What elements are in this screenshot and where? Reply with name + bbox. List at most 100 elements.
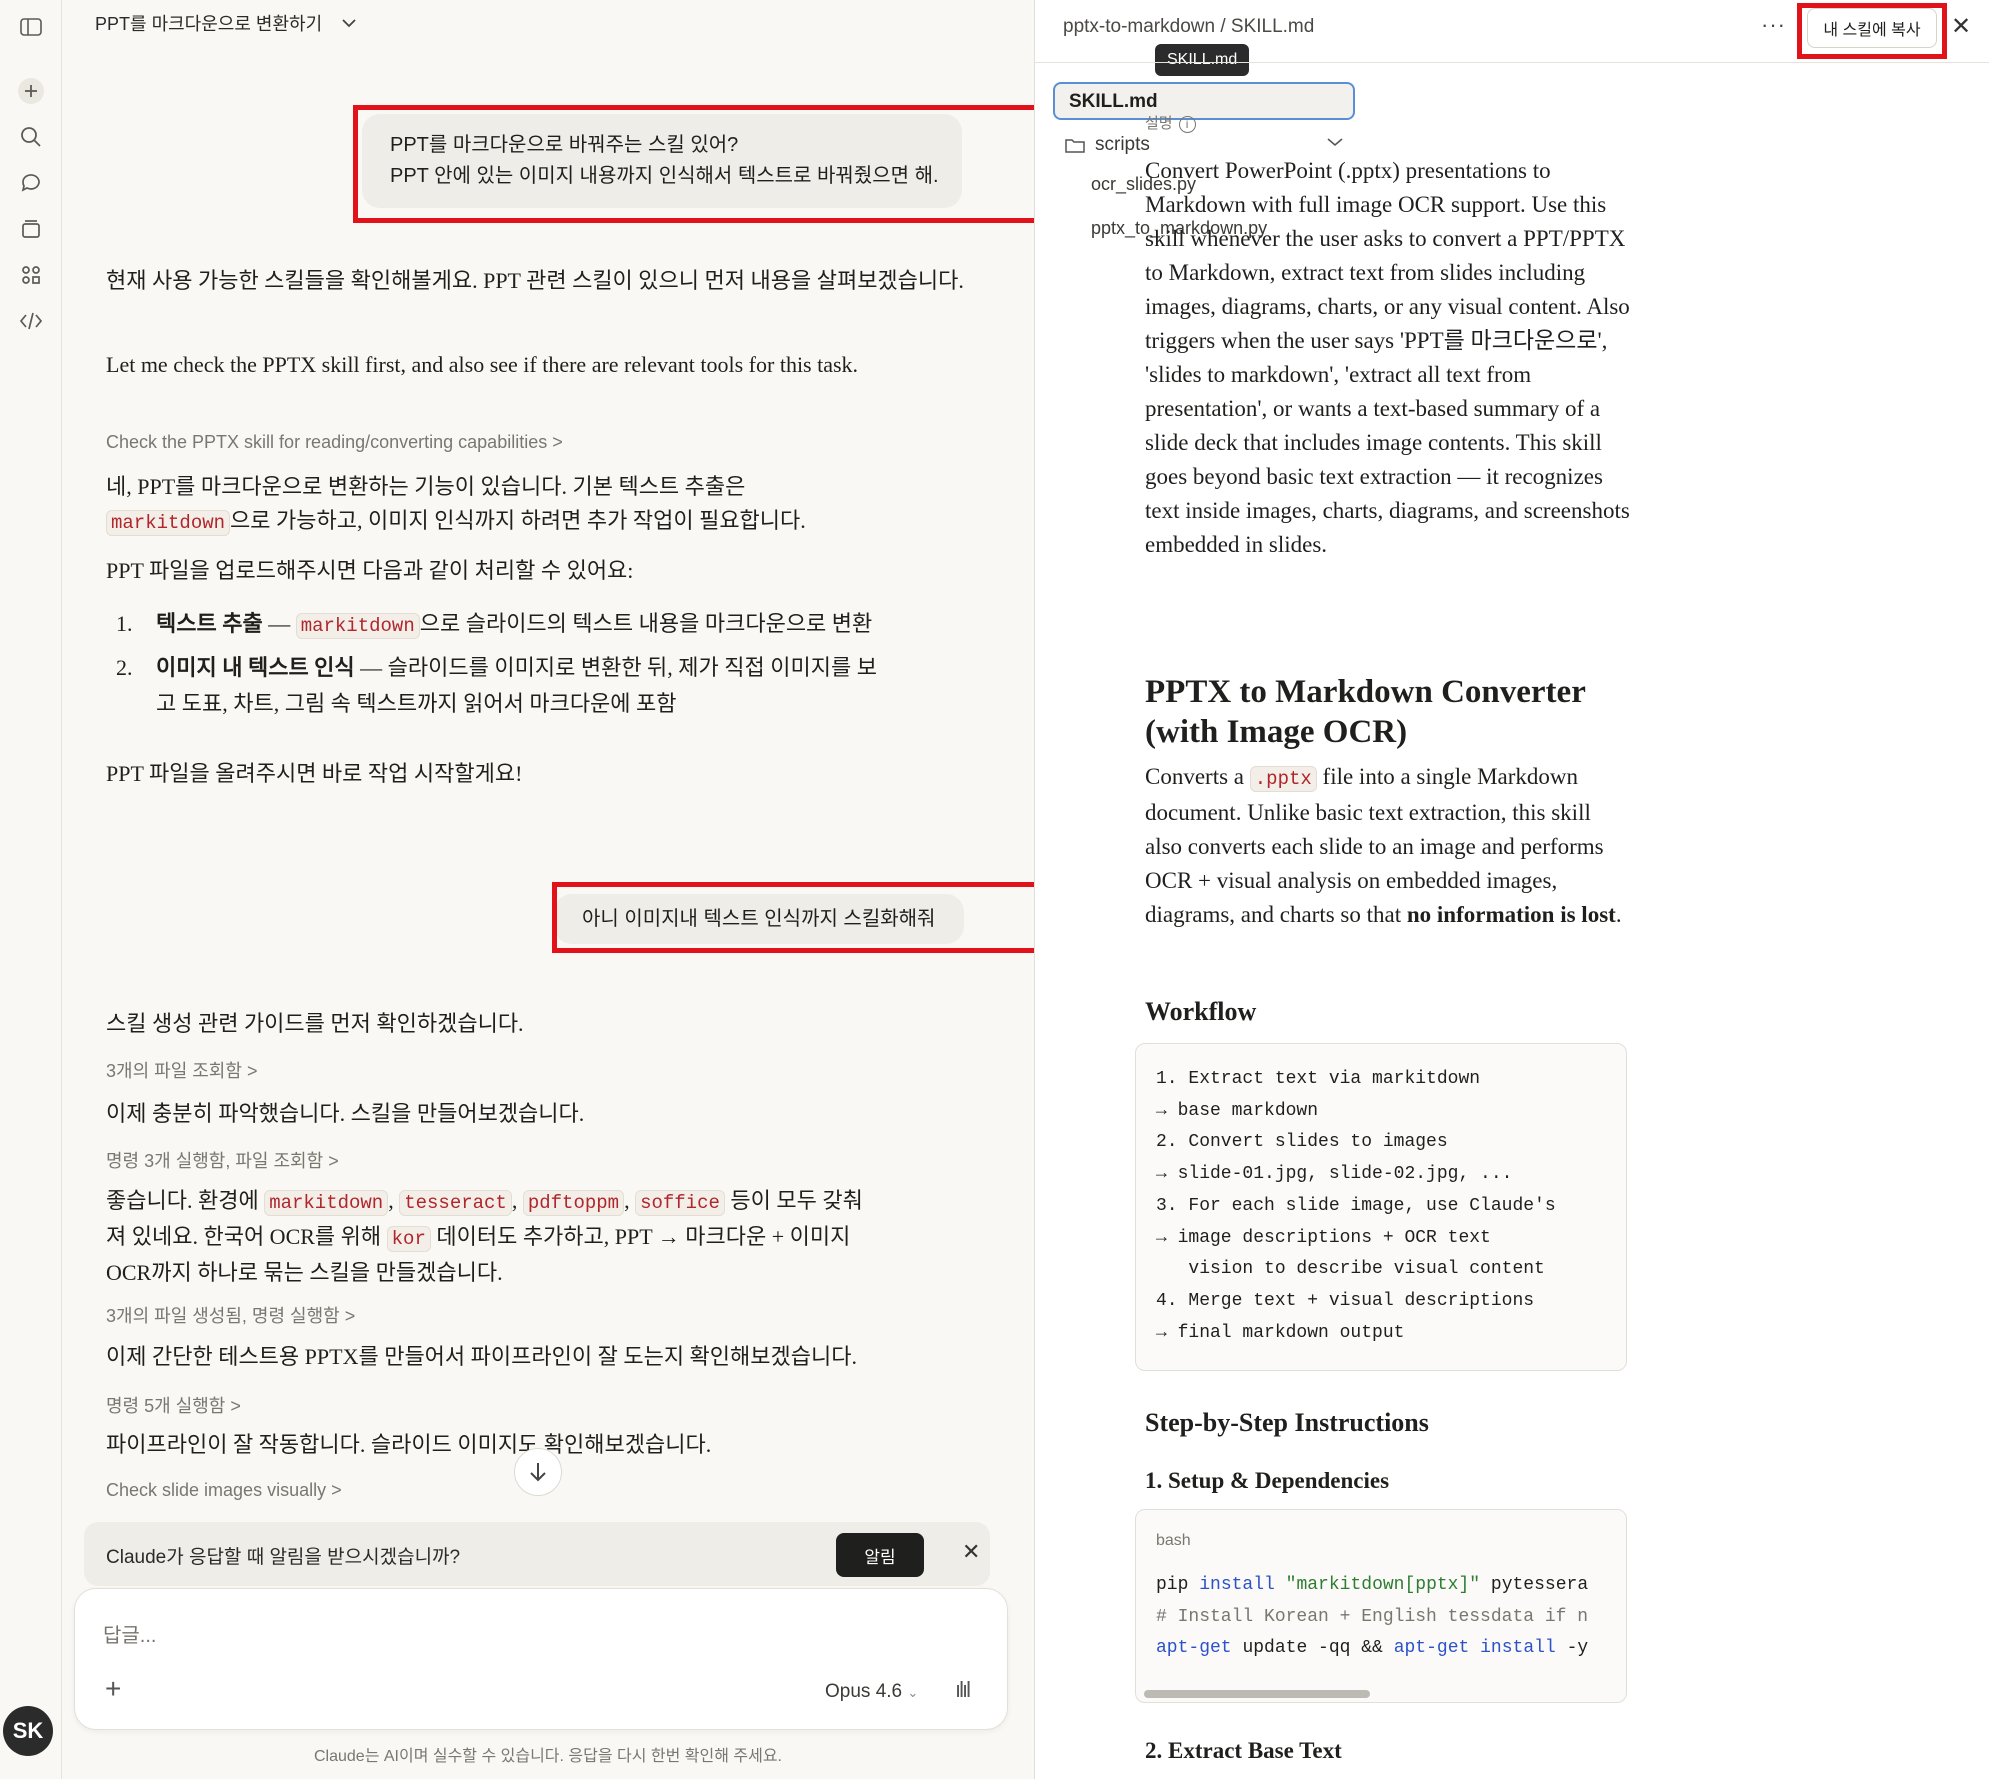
section-heading: Workflow bbox=[1145, 997, 1257, 1026]
scroll-to-bottom-button[interactable] bbox=[514, 1448, 562, 1496]
enable-notifications-button[interactable]: 알림 bbox=[836, 1533, 924, 1577]
assistant-text: 으로 가능하고, 이미지 인식까지 하려면 추가 작업이 필요합니다. bbox=[230, 508, 806, 533]
code-line: vision to describe visual content bbox=[1156, 1259, 1545, 1280]
assistant-line: OCR까지 하나로 묶는 스킬을 만들겠습니다. bbox=[106, 1260, 503, 1285]
intro-text: . bbox=[1615, 902, 1622, 927]
description-label-text: 설명 bbox=[1145, 115, 1173, 132]
list-item-text: 으로 슬라이드의 텍스트 내용을 마크다운으로 변환 bbox=[419, 611, 873, 636]
tool-step-label: Check the PPTX skill for reading/convert… bbox=[106, 432, 548, 452]
assistant-message: 이제 간단한 테스트용 PPTX를 만들어서 파이프라인이 잘 도는지 확인해보… bbox=[106, 1344, 857, 1369]
list-item: 1. 텍스트 추출 — markitdown 으로 슬라이드의 텍스트 내용을 마… bbox=[106, 606, 986, 644]
separator: , bbox=[624, 1188, 630, 1213]
chat-title-dropdown[interactable]: PPT를 마크다운으로 변환하기 bbox=[95, 10, 356, 36]
close-icon[interactable]: ✕ bbox=[1951, 12, 1971, 41]
code-line: 2. Convert slides to images bbox=[1156, 1132, 1448, 1153]
highlight-box bbox=[1797, 3, 1947, 59]
model-label: Opus 4.6 bbox=[825, 1681, 903, 1702]
intro-bold: no information is lost bbox=[1406, 902, 1616, 927]
attach-plus-icon[interactable]: + bbox=[105, 1673, 121, 1705]
assistant-message: 이제 충분히 파악했습니다. 스킬을 만들어보겠습니다. bbox=[106, 1101, 585, 1126]
code-line: → image descriptions + OCR text bbox=[1156, 1227, 1491, 1248]
assistant-message: 네, PPT를 마크다운으로 변환하는 기능이 있습니다. 기본 텍스트 추출은… bbox=[106, 470, 986, 540]
assistant-message: PPT 파일을 업로드해주시면 다음과 같이 처리할 수 있어요: bbox=[106, 558, 634, 583]
code-line: apt-get update -qq && apt-get install -y bbox=[1156, 1633, 1588, 1665]
doc-intro: Converts a .pptx file into a single Mark… bbox=[1145, 760, 1630, 932]
assistant-message: 스킬 생성 관련 가이드를 먼저 확인하겠습니다. bbox=[106, 1011, 524, 1036]
subsection-heading: 2. Extract Base Text bbox=[1145, 1738, 1342, 1763]
assistant-line: 져 있네요. 한국어 OCR를 위해 kor 데이터도 추가하고, PPT → … bbox=[106, 1220, 986, 1256]
close-icon[interactable]: ✕ bbox=[962, 1539, 980, 1565]
assistant-text: 데이터도 추가하고, PPT → 마크다운 + 이미지 bbox=[436, 1224, 851, 1249]
folder-label: scripts bbox=[1095, 134, 1150, 155]
assistant-line: 네, PPT를 마크다운으로 변환하는 기능이 있습니다. 기본 텍스트 추출은 bbox=[106, 474, 746, 499]
code-line: → final markdown output bbox=[1156, 1322, 1405, 1343]
tool-step[interactable]: Check the PPTX skill for reading/convert… bbox=[106, 432, 563, 453]
code-token: install bbox=[1480, 1638, 1556, 1659]
code-line: pip install "markitdown[pptx]" pytessera bbox=[1156, 1570, 1588, 1602]
reply-input[interactable]: 답글... bbox=[103, 1619, 156, 1648]
tool-step-label: 명령 3개 실행함, 파일 조회함 bbox=[106, 1151, 324, 1171]
arrow-down-icon bbox=[530, 1463, 546, 1482]
chevron-right-icon: > bbox=[344, 1306, 356, 1326]
code-line: 1. Extract text via markitdown bbox=[1156, 1069, 1481, 1089]
inline-code: markitdown bbox=[295, 613, 420, 639]
code-token: update -qq && bbox=[1242, 1638, 1383, 1659]
left-rail: SK bbox=[0, 0, 62, 1779]
more-options-icon[interactable]: ··· bbox=[1761, 12, 1786, 38]
tool-step[interactable]: 3개의 파일 조회함 > bbox=[106, 1057, 257, 1083]
new-chat-icon[interactable] bbox=[14, 74, 48, 108]
file-item-skill-md[interactable]: SKILL.md bbox=[1053, 82, 1355, 120]
intro-text: Converts a bbox=[1145, 764, 1245, 789]
folder-scripts[interactable]: scripts bbox=[1065, 134, 1150, 156]
assistant-line: 좋습니다. 환경에 markitdown, tesseract, pdftopp… bbox=[106, 1184, 986, 1220]
chevron-down-icon bbox=[342, 19, 356, 28]
list-item-title: 이미지 내 텍스트 인식 bbox=[156, 655, 355, 680]
section-heading: Step-by-Step Instructions bbox=[1145, 1408, 1429, 1437]
info-icon[interactable]: i bbox=[1178, 116, 1196, 133]
projects-icon[interactable] bbox=[14, 212, 48, 246]
tool-step[interactable]: 명령 5개 실행함 > bbox=[106, 1392, 241, 1418]
divider bbox=[1035, 62, 1989, 63]
notification-text: Claude가 응답할 때 알림을 받으시겠습니까? bbox=[106, 1547, 461, 1568]
composer: 답글... + Opus 4.6 ⌄ ılıl bbox=[74, 1588, 1008, 1730]
model-selector[interactable]: Opus 4.6 ⌄ bbox=[825, 1681, 918, 1703]
code-line: → base markdown bbox=[1156, 1100, 1319, 1121]
assistant-message: Let me check the PPTX skill first, and a… bbox=[106, 352, 859, 377]
code-token: apt-get bbox=[1393, 1638, 1470, 1659]
avatar[interactable]: SK bbox=[3, 1706, 53, 1756]
inline-code: .pptx bbox=[1249, 766, 1317, 792]
list-item: 2. 이미지 내 텍스트 인식 — 슬라이드를 이미지로 변환한 뒤, 제가 직… bbox=[106, 650, 986, 722]
code-comment: # Install Korean + English tessdata if n bbox=[1156, 1606, 1589, 1627]
code-token: pip bbox=[1156, 1575, 1189, 1595]
list-item-text: 고 도표, 차트, 그림 속 텍스트까지 읽어서 마크다운에 포함 bbox=[156, 691, 677, 716]
chat-title: PPT를 마크다운으로 변환하기 bbox=[95, 14, 323, 34]
tool-step[interactable]: 명령 3개 실행함, 파일 조회함 > bbox=[106, 1147, 339, 1173]
assistant-text: 좋습니다. 환경에 bbox=[106, 1188, 259, 1213]
tool-step[interactable]: 3개의 파일 생성됨, 명령 실행함 > bbox=[106, 1302, 355, 1328]
assistant-text: 등이 모두 갖춰 bbox=[730, 1188, 863, 1213]
chevron-right-icon: > bbox=[230, 1396, 241, 1416]
tooltip: SKILL.md bbox=[1155, 44, 1250, 76]
artifacts-icon[interactable] bbox=[14, 258, 48, 292]
tool-step-label: 3개의 파일 조회함 bbox=[106, 1061, 242, 1081]
search-icon[interactable] bbox=[14, 120, 48, 154]
chevron-down-icon[interactable] bbox=[1327, 134, 1343, 152]
assistant-text: 져 있네요. 한국어 OCR를 위해 bbox=[106, 1224, 382, 1249]
chats-icon[interactable] bbox=[14, 166, 48, 200]
horizontal-scrollbar[interactable] bbox=[1144, 1690, 1370, 1698]
chevron-right-icon: > bbox=[328, 1151, 339, 1171]
code-icon[interactable] bbox=[14, 304, 48, 338]
tool-step-label: Check slide images visually bbox=[106, 1480, 327, 1500]
skill-file-panel: pptx-to-markdown / SKILL.md SKILL.md ···… bbox=[1034, 0, 1989, 1779]
voice-input-icon[interactable]: ılıl bbox=[955, 1677, 971, 1703]
disclaimer: Claude는 AI이며 실수할 수 있습니다. 응답을 다시 한번 확인해 주… bbox=[314, 1748, 782, 1765]
tool-step[interactable]: Check slide images visually > bbox=[106, 1480, 342, 1501]
chevron-right-icon: > bbox=[331, 1480, 342, 1500]
code-token: pytessera bbox=[1490, 1575, 1589, 1595]
inline-code: pdftoppm bbox=[522, 1190, 625, 1216]
code-line: 3. For each slide image, use Claude's bbox=[1156, 1195, 1556, 1216]
inline-code: soffice bbox=[635, 1190, 725, 1216]
sidebar-toggle-icon[interactable] bbox=[14, 10, 48, 44]
notification-prompt: Claude가 응답할 때 알림을 받으시겠습니까? 알림 ✕ bbox=[84, 1522, 990, 1586]
separator: , bbox=[511, 1188, 518, 1213]
